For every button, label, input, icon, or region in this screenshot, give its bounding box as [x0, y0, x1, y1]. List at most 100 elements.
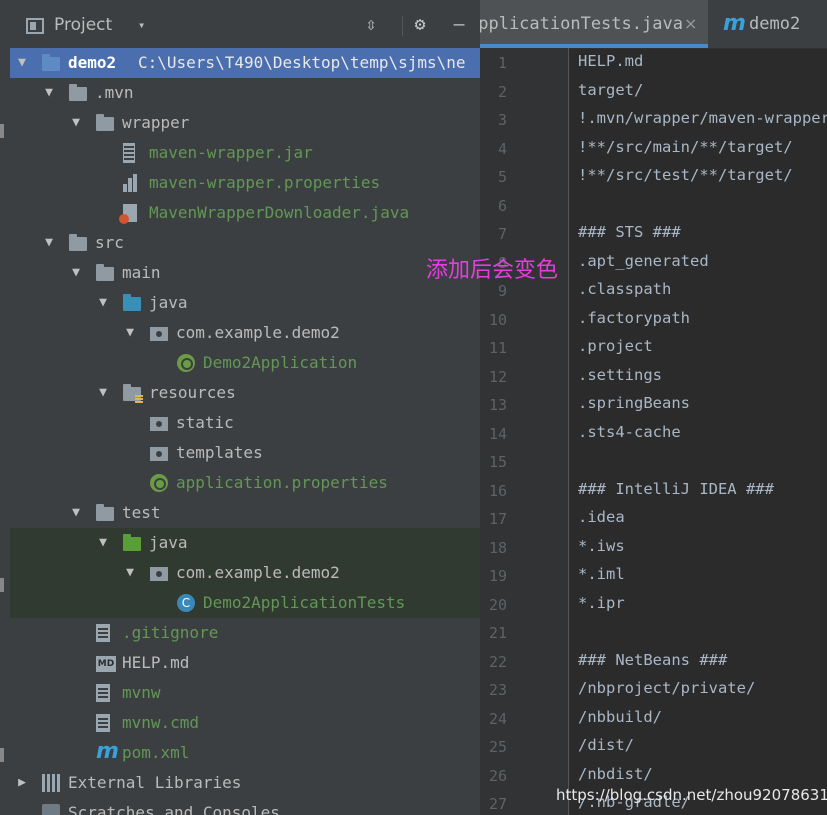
tree-item[interactable]: ▼ demo2 C:\Users\T490\Desktop\temp\sjms\ne [10, 48, 480, 78]
spring-boot-class-icon [177, 354, 195, 372]
source-folder-icon [123, 294, 141, 311]
chevron-down-icon[interactable]: ▼ [123, 326, 137, 340]
code-line[interactable]: /nbproject/private/ [578, 679, 755, 697]
code-line[interactable]: .classpath [578, 280, 671, 298]
tree-item-label: pom.xml [122, 743, 190, 762]
collapse-all-icon[interactable]: ⇳ [360, 14, 382, 36]
tree-item[interactable]: m pom.xml [10, 738, 480, 768]
tree-item[interactable]: ▼ com.example.demo2 [10, 318, 480, 348]
code-line[interactable]: .apt_generated [578, 252, 709, 270]
code-line[interactable]: /nbdist/ [578, 765, 653, 783]
tree-item[interactable]: maven-wrapper.jar [10, 138, 480, 168]
tree-item-label: Demo2ApplicationTests [203, 593, 406, 612]
line-number: 15 [488, 453, 507, 471]
tree-item[interactable]: .gitignore [10, 618, 480, 648]
code-line[interactable]: *.ipr [578, 594, 625, 612]
chevron-right-icon[interactable]: ▶ [15, 776, 29, 790]
tab-application-tests[interactable]: ApplicationTests.java × [480, 0, 708, 44]
tree-item[interactable]: ▼ test [10, 498, 480, 528]
tree-item[interactable]: ▼ java [10, 288, 480, 318]
code-line[interactable]: ### NetBeans ### [578, 651, 727, 669]
tree-item-label: External Libraries [68, 773, 242, 792]
chevron-down-icon[interactable]: ▼ [69, 266, 83, 280]
code-line[interactable]: ### IntelliJ IDEA ### [578, 480, 774, 498]
chevron-down-icon[interactable]: ▼ [15, 56, 29, 70]
chevron-down-icon[interactable]: ▼ [96, 296, 110, 310]
line-number: 25 [488, 738, 507, 756]
line-number: 22 [488, 652, 507, 671]
tree-item[interactable]: Demo2Application [10, 348, 480, 378]
tree-item-label: com.example.demo2 [176, 323, 340, 342]
close-icon[interactable]: × [684, 14, 697, 33]
code-line[interactable]: target/ [578, 81, 643, 99]
tree-item[interactable]: ▼ wrapper [10, 108, 480, 138]
code-line[interactable]: *.iml [578, 565, 625, 583]
chevron-down-icon[interactable]: ▼ [96, 386, 110, 400]
tree-item[interactable]: ▼ resources [10, 378, 480, 408]
code-line[interactable]: .idea [578, 508, 625, 526]
line-number: 12 [488, 367, 507, 386]
folder-icon [96, 114, 114, 131]
tree-item-label: templates [176, 443, 263, 462]
tab-label: demo2 [749, 14, 801, 34]
folder-icon [69, 84, 87, 101]
tool-strip-marker[interactable] [0, 124, 4, 138]
code-line[interactable]: .sts4-cache [578, 423, 681, 441]
chevron-down-icon[interactable]: ▾ [138, 18, 145, 32]
tab-demo2[interactable]: m demo2 [709, 0, 827, 44]
tree-item[interactable]: MD HELP.md [10, 648, 480, 678]
code-line[interactable]: .factorypath [578, 309, 690, 327]
folder-icon [96, 264, 114, 281]
tree-item[interactable]: ▶ External Libraries [10, 768, 480, 798]
annotation-text: 添加后会变色 [426, 258, 559, 283]
code-line[interactable]: /nbbuild/ [578, 708, 662, 726]
tree-item[interactable]: ▼ com.example.demo2 [10, 558, 480, 588]
tool-strip-marker[interactable] [0, 578, 4, 592]
code-line[interactable]: .settings [578, 366, 662, 384]
code-line[interactable]: .project [578, 337, 653, 355]
line-number: 3 [497, 111, 507, 129]
hide-panel-icon[interactable]: — [448, 14, 470, 36]
tree-item[interactable]: templates [10, 438, 480, 468]
tree-item-label: wrapper [122, 113, 190, 132]
chevron-down-icon[interactable]: ▼ [96, 536, 110, 550]
tree-item[interactable]: application.properties [10, 468, 480, 498]
text-file-icon [96, 624, 110, 642]
code-line[interactable]: /dist/ [578, 736, 634, 754]
code-line[interactable]: !**/src/main/**/target/ [578, 138, 793, 156]
spring-properties-icon [150, 474, 168, 492]
code-line[interactable]: .springBeans [578, 394, 690, 412]
tree-item[interactable]: static [10, 408, 480, 438]
chevron-down-icon[interactable]: ▼ [123, 566, 137, 580]
java-file-icon [119, 204, 137, 224]
gear-icon[interactable]: ⚙ [409, 14, 431, 36]
tool-strip-marker[interactable] [0, 748, 4, 762]
tree-item[interactable]: ▼ main [10, 258, 480, 288]
tree-item[interactable]: ▼ src [10, 228, 480, 258]
line-number: 20 [488, 595, 507, 614]
code-line[interactable]: !.mvn/wrapper/maven-wrapper.jar [578, 109, 827, 127]
tree-item[interactable]: MavenWrapperDownloader.java [10, 198, 480, 228]
gutter-divider [568, 48, 569, 815]
line-number: 7 [497, 225, 507, 243]
tree-item[interactable]: Scratches and Consoles [10, 798, 480, 815]
chevron-down-icon[interactable]: ▼ [42, 236, 56, 250]
code-line[interactable]: ### STS ### [578, 223, 681, 241]
tree-item[interactable]: mvnw [10, 678, 480, 708]
line-number: 2 [497, 82, 507, 101]
code-line[interactable]: !**/src/test/**/target/ [578, 166, 793, 184]
chevron-down-icon[interactable]: ▼ [42, 86, 56, 100]
chevron-down-icon[interactable]: ▼ [69, 506, 83, 520]
editor-tab-bar: ApplicationTests.java × m demo2 [480, 0, 827, 49]
tree-item[interactable]: C Demo2ApplicationTests [10, 588, 480, 618]
header-divider [402, 16, 403, 36]
tree-item[interactable]: mvnw.cmd [10, 708, 480, 738]
tree-item[interactable]: ▼ java [10, 528, 480, 558]
project-title[interactable]: Project [54, 15, 112, 35]
code-line[interactable]: *.iws [578, 537, 625, 555]
code-line[interactable]: HELP.md [578, 52, 643, 70]
tree-item[interactable]: ▼ .mvn [10, 78, 480, 108]
chevron-down-icon[interactable]: ▼ [69, 116, 83, 130]
tree-item[interactable]: maven-wrapper.properties [10, 168, 480, 198]
scratches-icon [42, 804, 60, 815]
